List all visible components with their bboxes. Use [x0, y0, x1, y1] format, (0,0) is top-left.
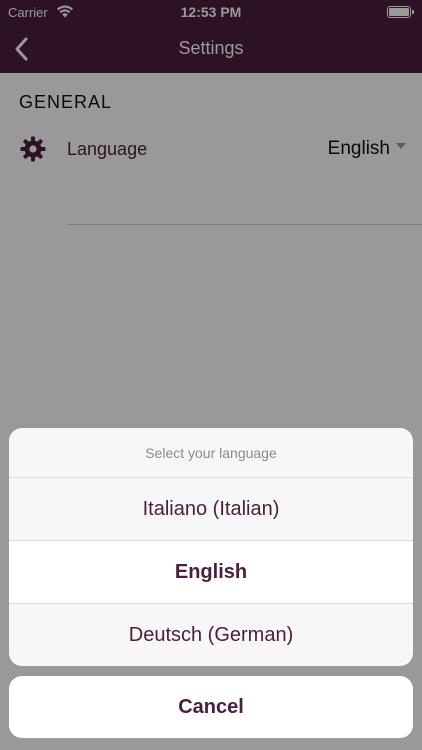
action-sheet-title: Select your language	[9, 428, 413, 478]
option-german[interactable]: Deutsch (German)	[9, 604, 413, 666]
option-english[interactable]: English	[9, 541, 413, 604]
cancel-button[interactable]: Cancel	[9, 676, 413, 738]
language-action-sheet: Select your language Italiano (Italian) …	[9, 428, 413, 666]
option-italian[interactable]: Italiano (Italian)	[9, 478, 413, 541]
